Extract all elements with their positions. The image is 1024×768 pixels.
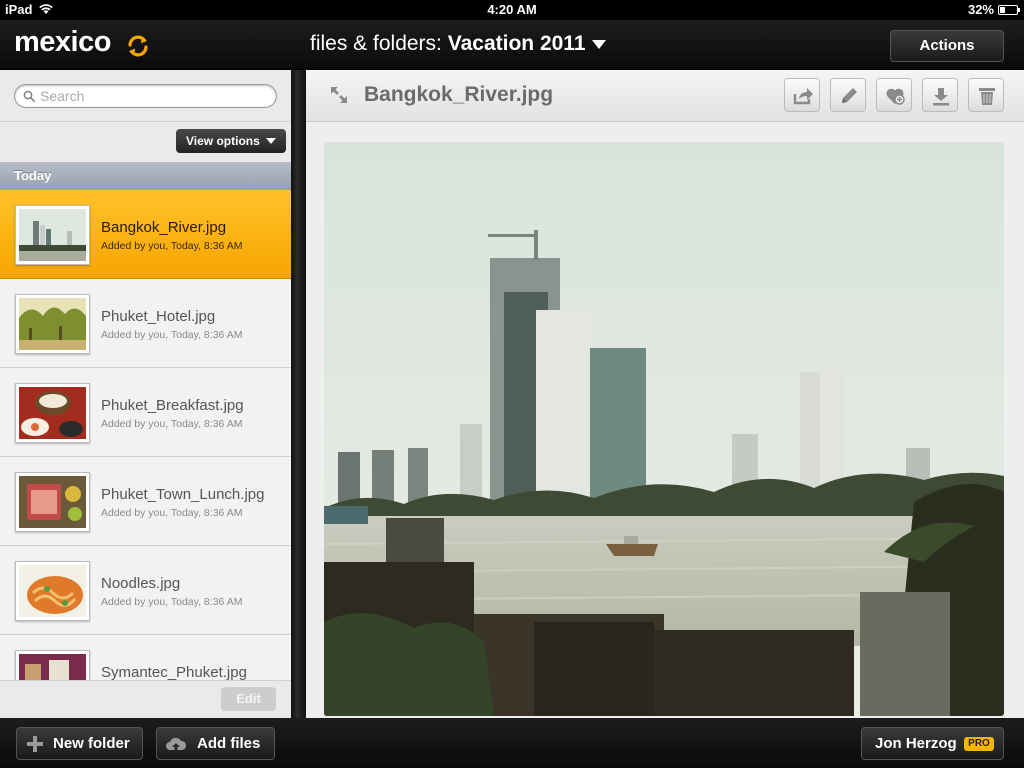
file-thumbnail (15, 294, 90, 354)
user-account-button[interactable]: Jon Herzog PRO (861, 727, 1004, 760)
file-list-item[interactable]: Phuket_Breakfast.jpg Added by you, Today… (0, 368, 291, 457)
clock: 4:20 AM (487, 2, 537, 17)
cloud-upload-icon (166, 737, 187, 751)
bottom-bar: New folder Add files Jon Herzog PRO (0, 718, 1024, 768)
section-header-today: Today (0, 162, 291, 190)
plus-icon (27, 736, 43, 752)
pro-badge: PRO (964, 737, 994, 751)
view-options-label: View options (186, 134, 260, 148)
file-name: Phuket_Hotel.jpg (101, 308, 216, 325)
file-name: Symantec_Phuket.jpg (101, 664, 247, 681)
file-title: Bangkok_River.jpg (364, 83, 554, 106)
current-folder-title: Vacation 2011 (447, 32, 586, 55)
pane-divider (291, 70, 306, 718)
battery-percent: 32% (967, 2, 994, 17)
file-list: Bangkok_River.jpg Added by you, Today, 8… (0, 190, 291, 718)
user-name: Jon Herzog (875, 735, 957, 752)
file-meta: Added by you, Today, 8:36 AM (101, 507, 243, 519)
sidebar-footer: Edit (0, 680, 291, 718)
add-files-label: Add files (197, 735, 261, 752)
expand-icon[interactable] (328, 84, 350, 106)
file-name: Bangkok_River.jpg (101, 219, 227, 236)
file-meta: Added by you, Today, 8:36 AM (101, 418, 243, 430)
file-list-item[interactable]: Noodles.jpg Added by you, Today, 8:36 AM (0, 546, 291, 635)
file-name: Noodles.jpg (101, 575, 181, 592)
file-meta: Added by you, Today, 8:36 AM (101, 329, 243, 341)
file-meta: Added by you, Today, 8:36 AM (101, 596, 243, 608)
download-icon (933, 88, 949, 106)
view-options-button[interactable]: View options (176, 129, 286, 153)
download-button[interactable] (922, 78, 958, 112)
file-name: Phuket_Breakfast.jpg (101, 397, 244, 414)
status-bar: iPad 4:20 AM 32% (0, 0, 1024, 20)
search-input[interactable] (40, 87, 270, 105)
file-thumbnail (15, 561, 90, 621)
photo-preview[interactable] (324, 142, 1004, 716)
search-icon (23, 90, 35, 102)
favorite-heart-icon (886, 88, 905, 105)
file-thumbnail (15, 383, 90, 443)
file-list-item[interactable]: Phuket_Town_Lunch.jpg Added by you, Toda… (0, 457, 291, 546)
actions-button[interactable]: Actions (890, 30, 1004, 62)
rename-button[interactable] (830, 78, 866, 112)
preview-image (324, 142, 1004, 716)
add-files-button[interactable]: Add files (156, 727, 275, 760)
chevron-down-icon (266, 138, 276, 144)
top-bar: mexico files & folders: Vacation 2011 Ac… (0, 20, 1024, 70)
edit-pencil-icon (842, 88, 857, 103)
file-thumbnail (15, 472, 90, 532)
favorite-button[interactable] (876, 78, 912, 112)
battery-icon (998, 5, 1020, 15)
thumbnail-image (19, 209, 86, 261)
file-thumbnail (15, 205, 90, 265)
new-folder-label: New folder (53, 735, 130, 752)
file-meta: Added by you, Today, 8:36 AM (101, 240, 243, 252)
sync-icon[interactable] (126, 34, 150, 58)
thumbnail-image (19, 565, 86, 617)
edit-button[interactable]: Edit (221, 687, 276, 711)
breadcrumb-prefix: files & folders: (310, 32, 448, 55)
share-icon (793, 88, 813, 105)
search-box[interactable] (14, 84, 277, 108)
file-name: Phuket_Town_Lunch.jpg (101, 486, 265, 503)
trash-icon (979, 88, 995, 105)
app-logo: mexico (14, 26, 111, 58)
file-list-item[interactable]: Bangkok_River.jpg Added by you, Today, 8… (0, 190, 291, 279)
new-folder-button[interactable]: New folder (16, 727, 143, 760)
preview-pane: Bangkok_River.jpg (306, 70, 1024, 718)
file-sidebar: View options Today Bangkok_River.jpg Add… (0, 70, 291, 718)
divider (0, 121, 291, 122)
share-button[interactable] (784, 78, 820, 112)
thumbnail-image (19, 476, 86, 528)
delete-button[interactable] (968, 78, 1004, 112)
chevron-down-icon (591, 39, 606, 49)
thumbnail-image (19, 298, 86, 350)
preview-header: Bangkok_River.jpg (306, 70, 1024, 122)
thumbnail-image (19, 387, 86, 439)
file-list-item[interactable]: Phuket_Hotel.jpg Added by you, Today, 8:… (0, 279, 291, 368)
breadcrumb[interactable]: files & folders: Vacation 2011 (310, 32, 606, 56)
